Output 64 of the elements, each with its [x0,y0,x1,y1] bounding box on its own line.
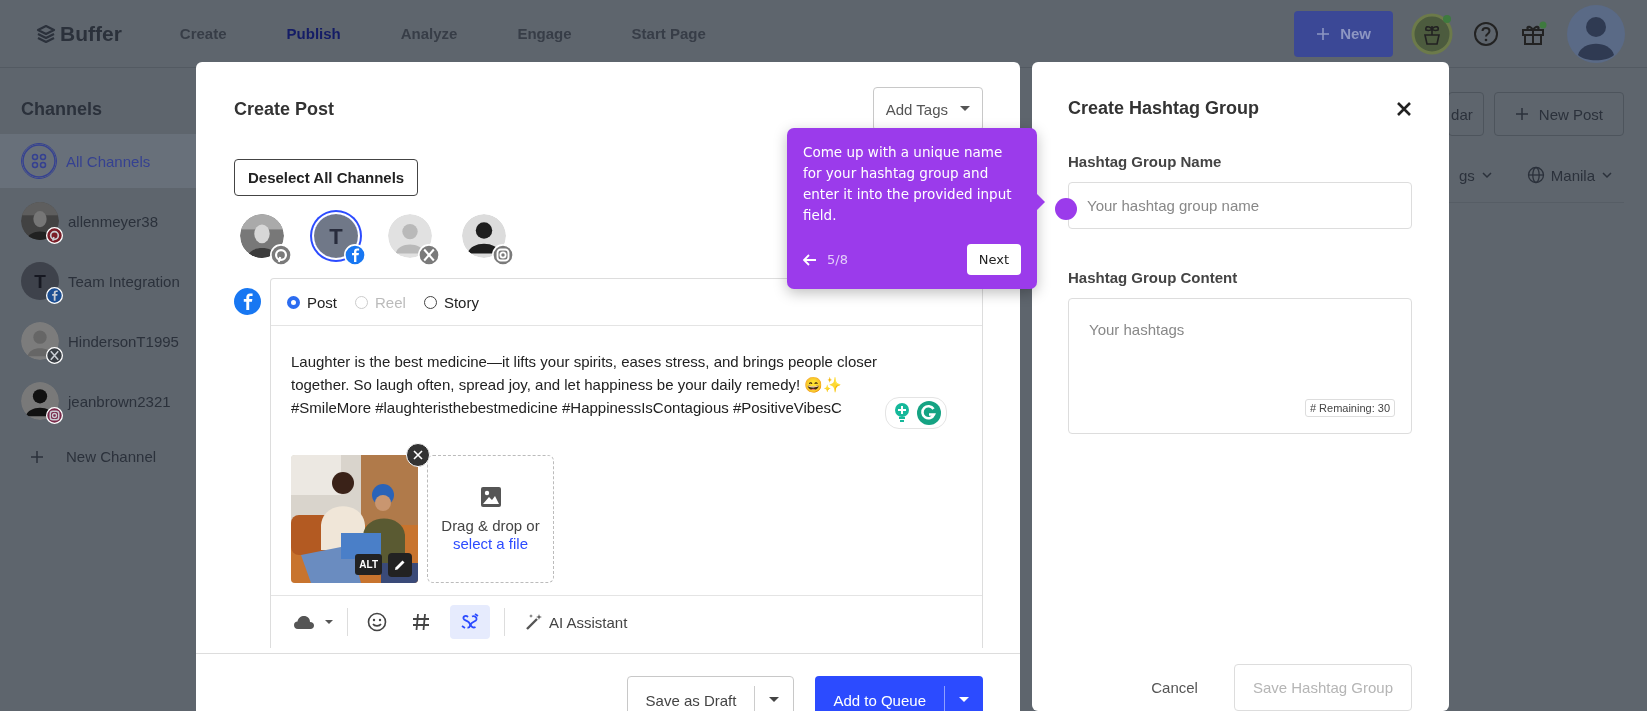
instagram-badge-icon [492,244,514,266]
x-badge-icon [46,347,63,364]
modal-title: Create Hashtag Group [1068,98,1260,119]
group-name-field[interactable]: Your hashtag group name [1068,182,1412,229]
chevron-icon [1601,169,1613,181]
plus-icon [1316,26,1331,41]
cloud-icon [293,614,315,630]
close-icon [413,450,423,460]
tooltip-text: Come up with a unique name for your hashtag group and enter it into the provided input field. [803,143,1013,225]
nav-tab[interactable]: Publish [286,17,341,50]
step-counter: 5/8 [827,252,849,267]
field-label: Hashtag Group Content [1068,269,1239,286]
remove-media-button[interactable] [406,443,430,467]
modal-title: Create Post [234,98,335,120]
avatar [21,202,59,240]
hashtag-icon [412,613,430,631]
caret-icon [959,697,969,703]
help-icon[interactable] [1473,20,1499,47]
facebook-badge-icon [344,244,366,266]
pinterest-badge-icon [270,244,292,266]
x-badge-icon [418,244,440,266]
emoji-icon [367,612,387,632]
plus-icon [1514,107,1529,121]
pinterest-badge-icon [46,227,63,244]
grid-icon [21,143,57,179]
image-icon [478,485,503,509]
deselect-all-button[interactable]: Deselect All Channels [234,159,419,196]
gift-icon[interactable] [1519,19,1547,48]
instagram-badge-icon [46,407,63,424]
chevron-icon [1480,169,1493,181]
caret-icon [769,697,780,703]
caret-icon [960,106,970,112]
buffer-logo-icon [36,23,56,44]
link-icon [460,612,480,632]
post-type-radio[interactable]: Story [423,293,479,311]
ai-assistant-button[interactable]: AI Assistant [519,612,634,632]
close-icon[interactable] [1396,100,1412,117]
assistant-icon[interactable] [917,401,941,425]
remaining-count: # Remaining: 30 [1304,399,1395,417]
add-tags-dropdown[interactable]: Add Tags [872,87,983,131]
alt-text-badge[interactable]: ALT [355,554,382,575]
post-text: Laughter is the best medicine—it lifts your spirits, eases stress, and brings people closer together. So laugh often, spread joy, and let happiness be your daily remedy! 😄✨ #SmileMore #laughteristhebestmedicine #HappinessIsContagious #PositiveVibesC [291,352,879,418]
plus-icon [30,449,44,464]
globe-icon [1526,166,1545,184]
cancel-button[interactable]: Cancel [1145,678,1204,697]
magic-wand-icon [525,613,543,631]
facebook-icon [234,288,261,315]
pencil-icon [393,558,407,572]
field-label: Hashtag Group Name [1068,153,1223,170]
plant-icon[interactable] [1411,12,1453,55]
save-draft-button[interactable]: Save as Draft [626,676,795,711]
select-file-link[interactable]: select a file [452,535,528,552]
edit-media-button[interactable] [388,553,412,577]
avatar [21,382,59,420]
caret-icon[interactable] [325,619,333,625]
hotspot-dot [1055,198,1077,220]
add-to-queue-button[interactable]: Add to Queue [815,676,983,711]
link-shortener-button[interactable] [450,605,490,639]
post-type-radio[interactable]: Post [287,293,337,311]
new-button[interactable]: New [1294,10,1393,57]
back-arrow-icon[interactable] [803,253,817,266]
next-button[interactable]: Next [966,244,1021,275]
facebook-badge-icon [46,287,63,304]
dropzone-text: Drag & drop or select a file [440,517,541,553]
